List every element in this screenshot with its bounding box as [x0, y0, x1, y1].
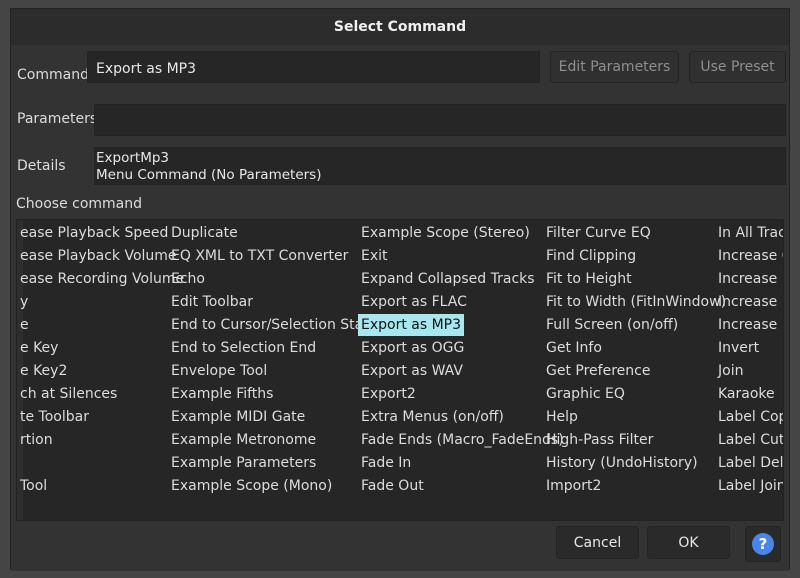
command-list-item[interactable]: Import2 [543, 475, 604, 497]
command-list-item[interactable]: In All Tracks [715, 222, 783, 244]
command-list-item[interactable]: Filter Curve EQ [543, 222, 654, 244]
parameters-input[interactable] [94, 104, 786, 136]
command-list-item[interactable]: Find Clipping [543, 245, 639, 267]
command-list-item[interactable]: Edit Toolbar [168, 291, 256, 313]
details-label: Details [17, 158, 66, 174]
command-list-item[interactable]: Export as WAV [358, 360, 466, 382]
command-list-item[interactable]: Fit to Height [543, 268, 635, 290]
command-list-item[interactable]: Tool [17, 475, 50, 497]
command-list-item[interactable]: y [17, 291, 31, 313]
command-list-item[interactable]: Export as OGG [358, 337, 467, 359]
command-list-item[interactable]: Graphic EQ [543, 383, 628, 405]
command-list-item[interactable]: e [17, 314, 32, 336]
command-list-item[interactable]: End to Selection End [168, 337, 319, 359]
command-list-item[interactable]: History (UndoHistory) [543, 452, 701, 474]
command-list-item[interactable]: ease Recording Volume [17, 268, 187, 290]
command-list-item[interactable]: Increase Pl [715, 268, 783, 290]
command-list-item[interactable]: Join [715, 360, 746, 382]
details-line-1: ExportMp3 [96, 150, 169, 166]
command-list-item[interactable]: Label Cut ( [715, 429, 783, 451]
command-list-item[interactable]: Duplicate [168, 222, 241, 244]
command-list-item[interactable]: ease Playback Volume [17, 245, 180, 267]
dialog-title: Select Command [333, 19, 467, 35]
command-list-item[interactable]: e Key [17, 337, 61, 359]
command-list-item[interactable]: Export as MP3 [358, 314, 465, 336]
command-list-item[interactable]: Fade In [358, 452, 414, 474]
command-list-item[interactable]: Export2 [358, 383, 419, 405]
command-list-item[interactable]: Increase Ga [715, 245, 783, 267]
command-list-item[interactable]: Label Copy [715, 406, 783, 428]
command-list-item[interactable]: Extra Menus (on/off) [358, 406, 507, 428]
ok-button[interactable]: OK [647, 526, 730, 559]
command-list-item[interactable]: Example Parameters [168, 452, 319, 474]
command-list-item[interactable]: e Key2 [17, 360, 70, 382]
command-list-item[interactable]: Increase Re [715, 314, 783, 336]
edit-parameters-button[interactable]: Edit Parameters [550, 51, 679, 83]
command-list-item[interactable]: Expand Collapsed Tracks [358, 268, 538, 290]
command-input[interactable]: Export as MP3 [87, 51, 540, 83]
command-list-item[interactable]: High-Pass Filter [543, 429, 656, 451]
command-list-item[interactable] [17, 452, 23, 474]
use-preset-button[interactable]: Use Preset [689, 51, 786, 83]
choose-command-label: Choose command [16, 196, 143, 212]
command-list-item[interactable]: Example MIDI Gate [168, 406, 308, 428]
command-list-item[interactable]: Fade Ends (Macro_FadeEnds) [358, 429, 567, 451]
parameters-label: Parameters [17, 111, 98, 127]
command-list-item[interactable]: Label Dele [715, 452, 783, 474]
command-list-item[interactable]: Invert [715, 337, 762, 359]
details-box: ExportMp3 Menu Command (No Parameters) [94, 147, 786, 185]
command-list-item[interactable]: Echo [168, 268, 208, 290]
command-list-item[interactable]: te Toolbar [17, 406, 92, 428]
command-list-item[interactable]: Get Preference [543, 360, 653, 382]
help-icon: ? [752, 533, 774, 555]
help-button[interactable]: ? [745, 526, 781, 562]
command-value: Export as MP3 [96, 61, 197, 77]
dialog-content: Command Export as MP3 Edit Parameters Us… [11, 45, 789, 571]
command-list-item[interactable]: Full Screen (on/off) [543, 314, 681, 336]
select-command-dialog: Select Command Command Export as MP3 Edi… [10, 8, 790, 571]
command-list-item[interactable]: EQ XML to TXT Converter [168, 245, 351, 267]
command-list-item[interactable]: Envelope Tool [168, 360, 270, 382]
command-list-item[interactable]: Exit [358, 245, 391, 267]
command-list-item[interactable]: Export as FLAC [358, 291, 470, 313]
command-list-item[interactable]: ease Playback Speed [17, 222, 171, 244]
cancel-button[interactable]: Cancel [556, 526, 639, 559]
command-list-item[interactable]: Example Metronome [168, 429, 319, 451]
command-list[interactable]: ease Playback Speed ease Playback Volume e… [16, 219, 784, 521]
command-list-item[interactable]: Example Scope (Stereo) [358, 222, 533, 244]
command-list-item[interactable]: Example Fifths [168, 383, 276, 405]
command-list-item[interactable]: Karaoke [715, 383, 778, 405]
command-label: Command [17, 67, 89, 83]
command-list-item[interactable]: Fade Out [358, 475, 427, 497]
command-list-item[interactable]: Increase Pl [715, 291, 783, 313]
command-list-item[interactable]: Example Scope (Mono) [168, 475, 335, 497]
command-list-item[interactable]: rtion [17, 429, 56, 451]
command-list-item[interactable]: End to Cursor/Selection Start [168, 314, 377, 336]
command-list-item[interactable]: Label Join [715, 475, 783, 497]
command-list-item[interactable]: ch at Silences [17, 383, 120, 405]
command-list-item[interactable]: Get Info [543, 337, 605, 359]
command-list-item[interactable]: Fit to Width (FitInWindow) [543, 291, 729, 313]
command-list-item[interactable]: Help [543, 406, 581, 428]
details-line-2: Menu Command (No Parameters) [96, 167, 322, 183]
